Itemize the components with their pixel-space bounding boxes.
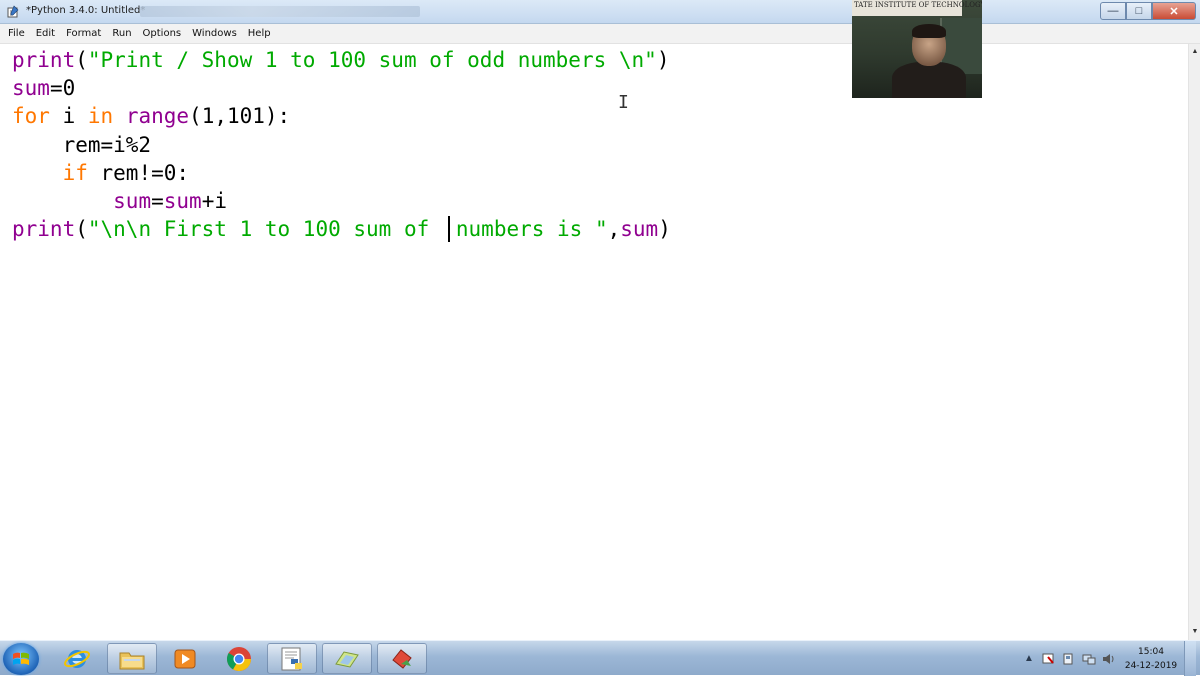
menu-options[interactable]: Options <box>143 28 182 39</box>
app-icon <box>335 650 359 668</box>
code-token: numbers is " <box>455 217 608 242</box>
code-token: , <box>607 217 621 242</box>
device-icon[interactable] <box>1062 653 1076 665</box>
code-token: = <box>151 189 164 214</box>
code-token: ) <box>658 217 671 242</box>
action-center-icon[interactable] <box>1042 653 1056 665</box>
presenter-hair <box>912 24 946 38</box>
clock-time: 15:04 <box>1138 646 1164 657</box>
code-token: rem=i%2 <box>12 132 152 157</box>
network-icon[interactable] <box>1082 653 1096 665</box>
code-token: i <box>49 104 88 129</box>
code-token: (1,101): <box>189 104 291 129</box>
ie-icon <box>64 649 90 668</box>
system-tray: ▲ 15:04 24-12-2019 <box>1022 641 1196 676</box>
chrome-icon <box>226 646 251 671</box>
play-icon <box>174 649 196 668</box>
sign-text: TATE INSTITUTE OF TECHNOLOGY <box>854 1 982 9</box>
code-line[interactable]: print("Print / Show 1 to 100 sum of odd … <box>12 46 671 74</box>
menu-bar: File Edit Format Run Options Windows Hel… <box>0 24 1200 44</box>
code-text[interactable]: print("Print / Show 1 to 100 sum of odd … <box>12 46 671 243</box>
code-token: ) <box>656 48 670 72</box>
app-icon <box>392 648 412 669</box>
menu-format[interactable]: Format <box>66 28 101 39</box>
folder-icon <box>119 652 145 669</box>
code-token: ( <box>75 217 88 242</box>
close-button[interactable]: ✕ <box>1152 2 1196 20</box>
idle-app-icon[interactable] <box>6 5 20 19</box>
window-title: *Python 3.4.0: Untitled* <box>26 5 146 16</box>
code-token: sum <box>620 217 659 242</box>
scroll-up-icon[interactable]: ▲ <box>1191 48 1199 56</box>
code-token: "\n\n First 1 to 100 sum of <box>87 217 442 242</box>
menu-windows[interactable]: Windows <box>192 28 237 39</box>
window-path-blur <box>140 6 420 17</box>
code-token: =0 <box>49 76 76 101</box>
taskbar: ▲ 15:04 24-12-2019 <box>0 640 1200 676</box>
menu-file[interactable]: File <box>8 28 25 39</box>
code-line[interactable]: if rem!=0: <box>12 159 671 187</box>
python-icon <box>281 647 302 670</box>
taskbar-app-red[interactable] <box>377 643 427 674</box>
code-line[interactable]: sum=sum+i <box>12 187 671 215</box>
vertical-scrollbar[interactable]: ▲ ▼ <box>1188 44 1200 640</box>
windows-logo-icon <box>13 652 29 665</box>
code-line[interactable]: sum=0 <box>12 74 671 102</box>
minimize-button[interactable]: — <box>1100 2 1126 20</box>
menu-run[interactable]: Run <box>112 28 131 39</box>
code-line[interactable]: rem=i%2 <box>12 131 671 159</box>
taskbar-app-green[interactable] <box>322 643 372 674</box>
show-desktop-button[interactable] <box>1184 641 1196 676</box>
presenter-body <box>892 62 966 98</box>
maximize-button[interactable]: □ <box>1126 2 1152 20</box>
taskbar-chrome[interactable] <box>214 643 264 674</box>
title-bar: *Python 3.4.0: Untitled* — □ ✕ <box>0 0 1200 24</box>
code-token: ( <box>75 48 88 72</box>
code-token: range <box>125 104 190 129</box>
close-icon: ✕ <box>1169 5 1179 18</box>
taskbar-internet-explorer[interactable] <box>52 643 102 674</box>
code-editor[interactable]: print("Print / Show 1 to 100 sum of odd … <box>0 44 1188 640</box>
code-line[interactable]: print("\n\n First 1 to 100 sum of number… <box>12 215 671 243</box>
code-line[interactable]: for i in range(1,101): <box>12 102 671 130</box>
menu-help[interactable]: Help <box>248 28 271 39</box>
clock-date: 24-12-2019 <box>1124 660 1178 671</box>
code-token: sum <box>113 189 152 214</box>
code-token: "Print / Show 1 to 100 sum of odd number… <box>87 48 657 72</box>
show-hidden-icons-icon[interactable]: ▲ <box>1022 653 1036 665</box>
code-token: if <box>62 160 88 185</box>
taskbar-file-explorer[interactable] <box>107 643 157 674</box>
scroll-down-icon[interactable]: ▼ <box>1191 628 1199 636</box>
code-token: for <box>12 104 50 129</box>
code-token: sum <box>163 189 202 214</box>
menu-edit[interactable]: Edit <box>36 28 55 39</box>
webcam-overlay: TATE INSTITUTE OF TECHNOLOGY <box>852 0 982 98</box>
text-caret <box>447 216 450 243</box>
code-token: in <box>87 104 114 129</box>
code-token: print <box>12 48 76 72</box>
window-controls: — □ ✕ <box>1100 2 1196 20</box>
taskbar-media-player[interactable] <box>160 643 210 674</box>
code-token: print <box>12 217 76 242</box>
sign-board: TATE INSTITUTE OF TECHNOLOGY <box>852 0 982 16</box>
taskbar-python-idle[interactable] <box>267 643 317 674</box>
volume-icon[interactable] <box>1102 653 1116 665</box>
maximize-icon: □ <box>1135 5 1143 17</box>
minimize-icon: — <box>1107 5 1119 17</box>
code-token: sum <box>12 76 50 101</box>
start-button[interactable] <box>3 643 39 675</box>
code-token: +i <box>201 189 227 214</box>
clock[interactable]: 15:04 24-12-2019 <box>1122 645 1180 673</box>
mouse-ibeam-cursor: I <box>618 92 629 113</box>
code-token: rem!=0: <box>87 160 190 185</box>
